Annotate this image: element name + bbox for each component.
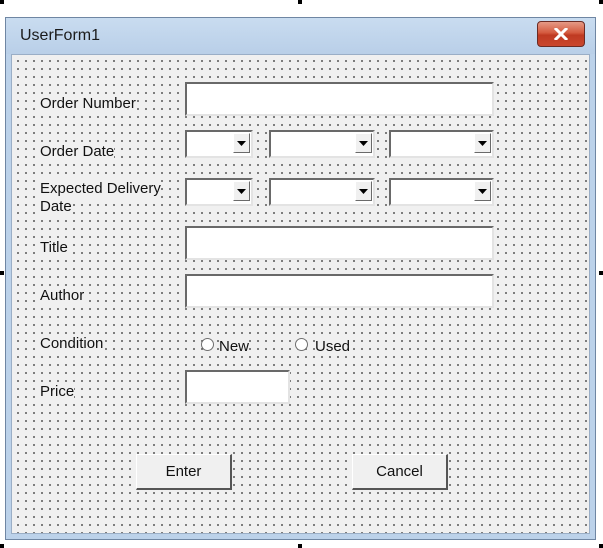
order-number-label: Order Number (40, 95, 136, 113)
dropdown-button[interactable] (233, 181, 250, 201)
condition-used-label[interactable]: Used (315, 338, 351, 356)
dropdown-button[interactable] (355, 181, 372, 201)
dropdown-arrow-icon (359, 188, 368, 194)
resize-handle-bottom-right[interactable] (599, 544, 603, 548)
condition-new-label[interactable]: New (219, 338, 250, 356)
dropdown-button[interactable] (474, 133, 491, 153)
dropdown-arrow-icon (237, 188, 246, 194)
cancel-button[interactable]: Cancel (352, 454, 448, 490)
dropdown-button[interactable] (355, 133, 372, 153)
author-input[interactable] (185, 274, 494, 308)
delivery-date-day-combo[interactable] (185, 178, 253, 206)
userform-window: UserForm1 Order Number Order Date Expect… (5, 17, 596, 540)
resize-handle-top-right[interactable] (599, 0, 603, 4)
dropdown-button[interactable] (233, 133, 250, 153)
delivery-date-month-combo[interactable] (269, 178, 375, 206)
dropdown-arrow-icon (237, 140, 246, 146)
price-input[interactable] (185, 370, 290, 404)
dropdown-button[interactable] (474, 181, 491, 201)
order-date-month-combo[interactable] (269, 130, 375, 158)
price-label: Price (40, 383, 75, 401)
title-label: Title (40, 239, 68, 257)
order-date-day-combo[interactable] (185, 130, 253, 158)
condition-used-radio[interactable] (295, 338, 308, 351)
order-date-year-combo[interactable] (389, 130, 494, 158)
condition-new-radio[interactable] (201, 338, 214, 351)
close-icon (554, 28, 568, 40)
dropdown-arrow-icon (359, 140, 368, 146)
expected-delivery-label-line2: Date (40, 198, 72, 216)
close-button[interactable] (537, 21, 585, 47)
resize-handle-bottom-middle[interactable] (298, 544, 302, 548)
resize-handle-middle-right[interactable] (599, 271, 603, 275)
dropdown-arrow-icon (478, 188, 487, 194)
order-date-label: Order Date (40, 143, 115, 161)
form-client-area: Order Number Order Date Expected Deliver… (11, 54, 590, 534)
author-label: Author (40, 287, 85, 305)
resize-handle-bottom-left[interactable] (0, 544, 4, 548)
window-title: UserForm1 (20, 27, 101, 44)
condition-label: Condition (40, 335, 104, 353)
title-bar[interactable]: UserForm1 (6, 18, 595, 54)
order-number-input[interactable] (185, 82, 494, 116)
delivery-date-year-combo[interactable] (389, 178, 494, 206)
title-input[interactable] (185, 226, 494, 260)
resize-handle-top-left[interactable] (0, 0, 4, 4)
expected-delivery-label-line1: Expected Delivery (40, 180, 161, 198)
resize-handle-top-middle[interactable] (298, 0, 302, 4)
dropdown-arrow-icon (478, 140, 487, 146)
resize-handle-middle-left[interactable] (0, 271, 4, 275)
enter-button[interactable]: Enter (136, 454, 232, 490)
